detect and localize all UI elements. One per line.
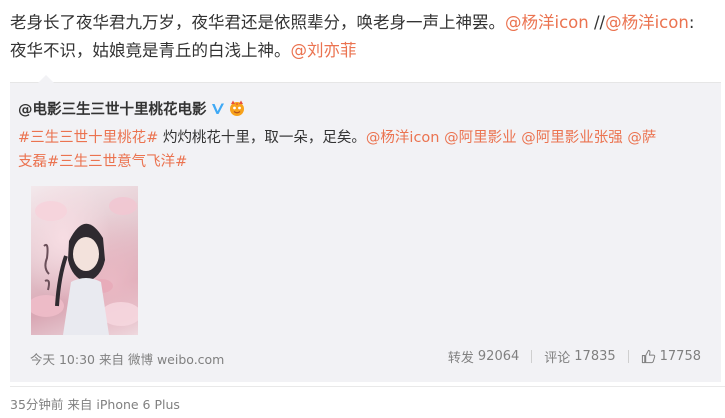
divider — [531, 350, 533, 363]
poster-art — [31, 197, 138, 335]
repost-text: #三生三世十里桃花# 灼灼桃花十里，取一朵，足矣。@杨洋icon @阿里影业 @… — [18, 126, 668, 174]
repost-box: @电影三生三世十里桃花电影 #三生三世十里桃花# 灼灼桃花十里，取一朵，足矣。@… — [10, 75, 721, 382]
topic-sansheng[interactable]: #三生三世十里桃花# — [18, 130, 158, 146]
divider — [10, 386, 725, 387]
divider — [627, 350, 629, 363]
verified-icon[interactable] — [211, 102, 225, 116]
mention-alibaba-zhangqiang[interactable]: @阿里影业张强 — [521, 130, 623, 146]
mention-yangyang-3[interactable]: @杨洋icon — [366, 130, 440, 146]
post-text: 老身长了夜华君九万岁，夜华君还是依照辈分，唤老身一声上神罢。@杨洋icon //… — [10, 9, 710, 65]
topic-yiqifeiyang[interactable]: #三生三世意气飞洋# — [47, 154, 187, 170]
comment-label: 评论 — [544, 351, 571, 366]
repost-author-name[interactable]: @电影三生三世十里桃花电影 — [18, 98, 207, 119]
repost-text-1: 灼灼桃花十里，取一朵，足矣。 — [158, 130, 366, 146]
poster-image[interactable] — [31, 186, 138, 335]
mention-alibaba-pictures[interactable]: @阿里影业 — [444, 130, 517, 146]
vip-icon[interactable] — [228, 99, 246, 117]
repost-label: 转发 — [447, 351, 474, 366]
comment-count: 17835 — [574, 349, 616, 364]
repost-author-row: @电影三生三世十里桃花电影 — [18, 97, 246, 119]
repost-button[interactable]: 转发 92064 — [448, 347, 519, 366]
repost-actions: 转发 92064 评论 17835 17758 — [448, 347, 701, 366]
post-time[interactable]: 35分钟前 — [10, 397, 63, 412]
mention-yangyang-1[interactable]: @杨洋icon — [505, 13, 589, 32]
post-text-1: 老身长了夜华君九万岁，夜华君还是依照辈分，唤老身一声上神罢。 — [10, 13, 505, 32]
repost-time: 今天 10:30 来自 微博 weibo.com — [30, 349, 224, 368]
like-count: 17758 — [659, 349, 701, 364]
post-meta: 35分钟前 来自 iPhone 6 Plus — [10, 394, 180, 413]
post-from: 来自 — [67, 397, 93, 412]
comment-button[interactable]: 评论 17835 — [544, 347, 615, 366]
thumb-up-icon — [641, 349, 655, 364]
post-text-2: // — [588, 13, 606, 32]
repost-source[interactable]: 微博 weibo.com — [128, 352, 224, 367]
mention-liuyifei[interactable]: @刘亦菲 — [291, 41, 357, 60]
mention-yangyang-2[interactable]: @杨洋icon — [605, 13, 689, 32]
repost-time-text: 今天 10:30 来自 — [30, 352, 124, 367]
post-device[interactable]: iPhone 6 Plus — [96, 397, 180, 412]
repost-count: 92064 — [477, 349, 520, 364]
like-button[interactable]: 17758 — [641, 349, 701, 364]
